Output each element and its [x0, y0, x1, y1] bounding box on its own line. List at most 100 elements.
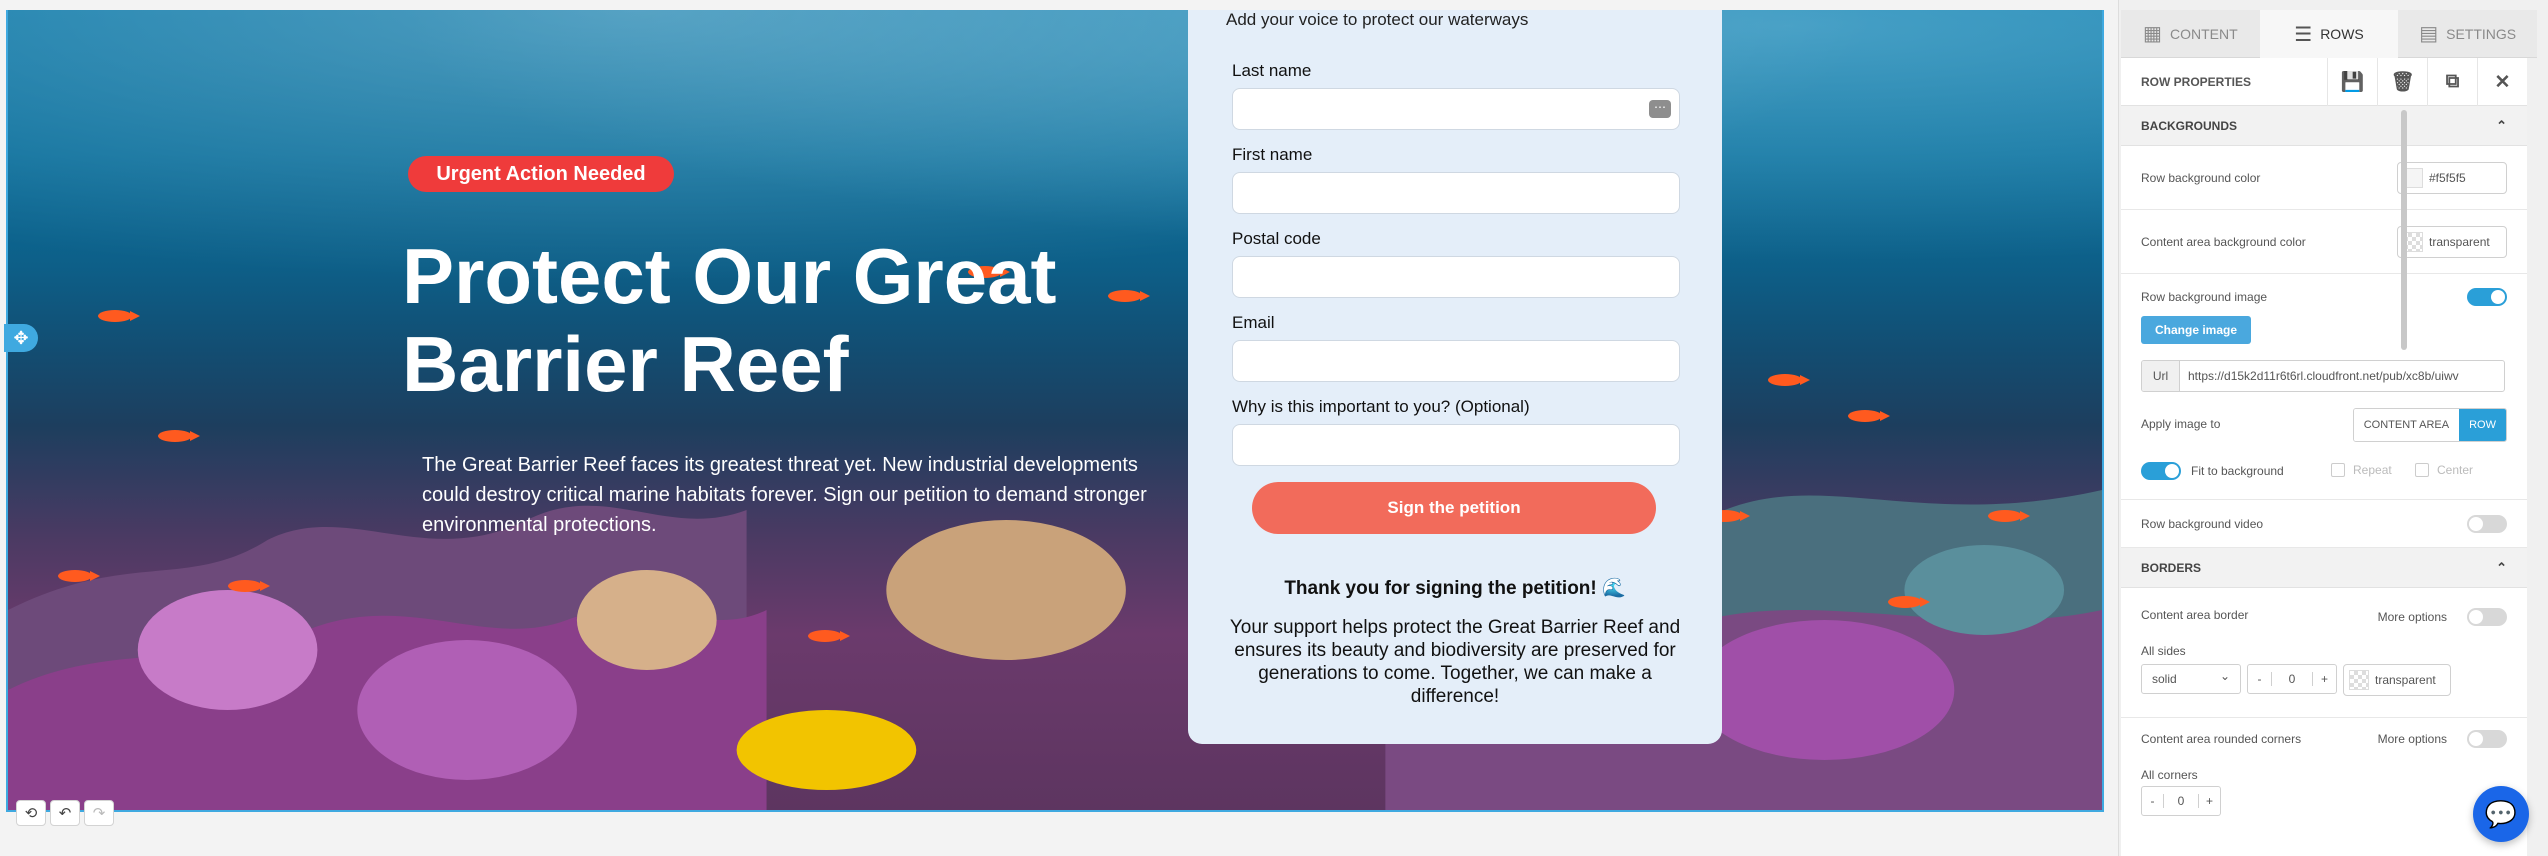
border-more-options-toggle[interactable]	[2467, 608, 2507, 626]
tab-settings[interactable]: ▤ SETTINGS	[2398, 10, 2538, 58]
rounded-more-options-label: More options	[2377, 732, 2447, 746]
panel-scroll-area[interactable]: ROW PROPERTIES 💾 🗑 ⧉ ✕ BACKGROUNDS ⌃ Row…	[2121, 58, 2527, 856]
all-corners-label: All corners	[2141, 768, 2198, 782]
first-name-label: First name	[1232, 145, 1313, 164]
apply-image-toggle: CONTENT AREA ROW	[2352, 408, 2507, 442]
grid-icon: ▦	[2143, 23, 2162, 45]
center-checkbox[interactable]: Center	[2415, 463, 2473, 477]
form-intro: Add your voice to protect our waterways	[1226, 10, 1529, 29]
border-style-select[interactable]: solid ⌄	[2141, 664, 2241, 694]
hero-lead: The Great Barrier Reef faces its greates…	[422, 454, 1147, 536]
thanks-heading: Thank you for signing the petition! 🌊	[1284, 578, 1626, 599]
reason-label: Why is this important to you? (Optional)	[1232, 397, 1530, 416]
apply-image-label: Apply image to	[2141, 417, 2221, 431]
fish-decoration	[1988, 510, 2030, 522]
sign-petition-button[interactable]: Sign the petition	[1252, 482, 1656, 534]
row-bg-video-toggle[interactable]	[2467, 515, 2507, 533]
postal-code-label: Postal code	[1232, 229, 1321, 248]
last-name-label: Last name	[1232, 61, 1312, 80]
increment-button[interactable]: +	[2312, 672, 2336, 686]
fit-to-background-label: Fit to background	[2191, 464, 2284, 478]
content-bg-color-picker[interactable]: transparent	[2397, 226, 2507, 258]
transparent-swatch	[2349, 670, 2369, 690]
hero-headline: Protect Our Great Barrier Reef	[402, 232, 1057, 408]
history-icon[interactable]: ⟲	[16, 800, 46, 826]
petition-form-card: Add your voice to protect our waterways …	[1188, 10, 1722, 744]
selected-row[interactable]: Urgent Action Needed Protect Our Great B…	[6, 10, 2104, 812]
backgrounds-title: BACKGROUNDS	[2141, 118, 2237, 133]
row-bg-color-picker[interactable]: #f5f5f5	[2397, 162, 2507, 194]
border-color-picker[interactable]: transparent	[2343, 664, 2451, 696]
chevron-down-icon: ⌄	[2219, 669, 2230, 683]
checkbox-box	[2331, 463, 2345, 477]
autofill-icon[interactable]: ⋯	[1649, 100, 1671, 118]
tab-rows[interactable]: ☰ ROWS	[2259, 10, 2399, 58]
chevron-up-icon[interactable]: ⌃	[2496, 560, 2507, 576]
row-bg-image-property: Row background image Change image Url ht…	[2121, 274, 2527, 500]
row-bg-video-label: Row background video	[2141, 517, 2264, 531]
image-url-value: https://d15k2d11r6t6rl.cloudfront.net/pu…	[2188, 369, 2459, 383]
email-input[interactable]	[1232, 340, 1680, 382]
tab-settings-label: SETTINGS	[2446, 25, 2517, 42]
fit-to-background-toggle[interactable]	[2141, 462, 2181, 480]
checkbox-box	[2415, 463, 2429, 477]
apply-row-option[interactable]: ROW	[2459, 409, 2506, 441]
image-url-field[interactable]: Url https://d15k2d11r6t6rl.cloudfront.ne…	[2141, 360, 2505, 392]
center-label: Center	[2437, 463, 2474, 477]
row-bg-image-label: Row background image	[2141, 290, 2268, 304]
panel-tabs: ▦ CONTENT ☰ ROWS ▤ SETTINGS	[2121, 10, 2538, 58]
fish-decoration	[158, 430, 200, 442]
rounded-more-options-toggle[interactable]	[2467, 730, 2507, 748]
backgrounds-section-header[interactable]: BACKGROUNDS ⌃	[2121, 106, 2527, 146]
fish-decoration	[1848, 410, 1890, 422]
settings-icon: ▤	[2419, 23, 2439, 45]
tab-content[interactable]: ▦ CONTENT	[2121, 10, 2260, 58]
chat-icon[interactable]: 💬	[2473, 786, 2529, 842]
trash-icon[interactable]: 🗑	[2377, 58, 2427, 106]
reef-background-image	[8, 10, 2102, 810]
row-bg-image-toggle[interactable]	[2467, 288, 2507, 306]
repeat-label: Repeat	[2353, 463, 2392, 477]
all-sides-label: All sides	[2141, 644, 2186, 658]
decrement-button[interactable]: -	[2142, 794, 2164, 808]
decrement-button[interactable]: -	[2248, 672, 2272, 686]
increment-button[interactable]: +	[2198, 794, 2220, 808]
borders-section-header[interactable]: BORDERS ⌃	[2121, 548, 2527, 588]
border-more-options-label: More options	[2377, 610, 2447, 624]
close-icon[interactable]: ✕	[2477, 58, 2527, 106]
row-properties-title: ROW PROPERTIES	[2141, 74, 2252, 89]
panel-scrollbar[interactable]	[2401, 110, 2407, 350]
last-name-input[interactable]: ⋯	[1232, 88, 1680, 130]
url-prefix: Url	[2142, 361, 2180, 391]
row-bg-video-property: Row background video	[2121, 500, 2527, 548]
corner-radius-stepper: - 0 +	[2141, 786, 2221, 816]
duplicate-icon[interactable]: ⧉	[2427, 58, 2477, 106]
editor-canvas: Urgent Action Needed Protect Our Great B…	[0, 0, 2118, 856]
undo-icon[interactable]: ↶	[50, 800, 80, 826]
reason-input[interactable]	[1232, 424, 1680, 466]
postal-code-input[interactable]	[1232, 256, 1680, 298]
fish-decoration	[1888, 596, 1930, 608]
border-width-value[interactable]: 0	[2272, 672, 2312, 686]
corner-radius-value[interactable]: 0	[2164, 794, 2198, 808]
apply-content-area-option[interactable]: CONTENT AREA	[2353, 409, 2460, 441]
row-bg-color-value: #f5f5f5	[2429, 171, 2466, 185]
row-properties-header: ROW PROPERTIES 💾 🗑 ⧉ ✕	[2121, 58, 2527, 106]
rounded-corners-label: Content area rounded corners	[2141, 732, 2302, 746]
border-color-value: transparent	[2375, 673, 2436, 687]
save-icon[interactable]: 💾	[2327, 58, 2377, 106]
fish-decoration	[1108, 290, 1150, 302]
rounded-corners-property: Content area rounded corners More option…	[2121, 718, 2527, 838]
content-border-label: Content area border	[2141, 608, 2249, 622]
fish-decoration	[58, 570, 100, 582]
row-bg-color-label: Row background color	[2141, 171, 2261, 185]
first-name-input[interactable]	[1232, 172, 1680, 214]
fish-decoration	[98, 310, 140, 322]
move-row-icon[interactable]: ✥	[4, 324, 38, 352]
content-bg-color-value: transparent	[2429, 235, 2490, 249]
change-image-button[interactable]: Change image	[2141, 316, 2251, 344]
repeat-checkbox[interactable]: Repeat	[2331, 463, 2392, 477]
tab-content-label: CONTENT	[2169, 25, 2238, 42]
redo-icon[interactable]: ↷	[84, 800, 114, 826]
chevron-up-icon[interactable]: ⌃	[2496, 118, 2507, 134]
